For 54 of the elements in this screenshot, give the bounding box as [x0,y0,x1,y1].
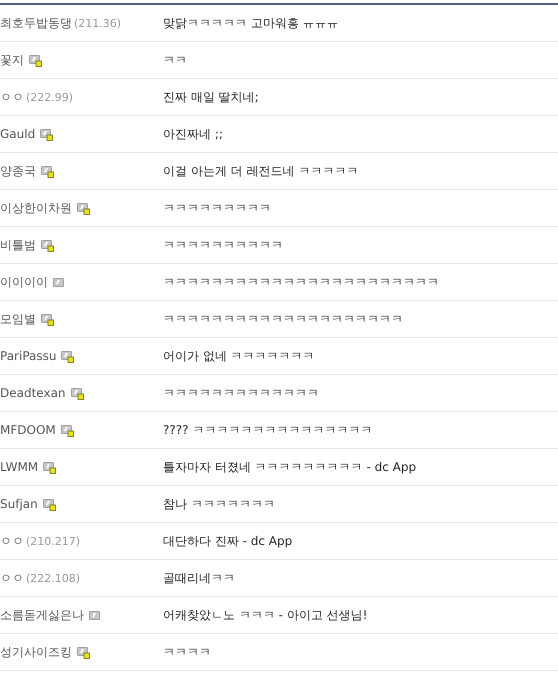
user-nickname[interactable]: 최호두밥동댕 [0,14,72,32]
user-nickname[interactable]: Sufjan [0,497,38,511]
comment-text: 골때리네ㅋㅋ [163,570,235,586]
user-nickname[interactable]: ㅇㅇ [0,88,24,106]
gallery-member-icon [43,460,56,474]
gallery-member-icon [61,350,74,362]
comment-text: ㅋㅋㅋㅋㅋㅋㅋㅋㅋㅋㅋㅋㅋ [163,384,319,402]
gallery-member-icon [42,498,56,510]
comment-text: 아진짜네 ;; [163,126,223,142]
user-nickname[interactable]: ㅇㅇ [0,532,24,550]
comment-text: 어캐찾았ㄴ노 ㅋㅋㅋ - 아이고 선생님! [163,606,368,624]
ip-address: (210.217) [26,534,80,548]
gallery-member-icon [41,164,54,178]
user-nickname[interactable]: 성기사이즈킹 [0,644,72,660]
comment-text: ㅋㅋㅋㅋ [163,644,211,660]
comment-text: 대단하다 진짜 - dc App [163,532,292,550]
user-nickname[interactable]: 이상한이차원 [0,200,72,216]
comment-text: ㅋㅋㅋㅋㅋㅋㅋㅋㅋㅋㅋㅋㅋㅋㅋㅋㅋㅋㅋㅋ [163,310,403,328]
user-nickname[interactable]: MFDOOM [0,423,56,437]
comment-text: ㅋㅋㅋㅋㅋㅋㅋㅋㅋㅋ [163,236,283,254]
gallery-member-icon [40,128,54,140]
gallery-member-icon [77,202,90,214]
gallery-member-icon [70,386,84,400]
gallery-member-icon [41,312,54,326]
ip-address: (211.36) [74,16,122,30]
ip-address: (222.99) [26,90,74,104]
comment-text: 틀자마자 터졌네 ㅋㅋㅋㅋㅋㅋㅋㅋㅋ - dc App [163,458,416,476]
user-nickname[interactable]: 소름돋게싫은나 [0,606,84,624]
user-nickname[interactable]: 비틀범 [0,236,36,254]
comment-text: 맞닭ㅋㅋㅋㅋㅋ 고마워홍 ㅠㅠㅠ [163,14,339,32]
gallery-member-icon [77,646,90,658]
user-nickname[interactable]: LWMM [0,460,38,474]
user-nickname[interactable]: ㅇㅇ [0,570,24,586]
ip-address: (222.108) [26,572,80,584]
gallery-member-icon [60,424,74,436]
gallery-member-icon [89,610,100,620]
gallery-member-icon [53,276,64,288]
comment-text: 진짜 매일 딸치네; [163,88,259,106]
comment-text: ㅋㅋ [163,52,187,68]
comment-text: ㅋㅋㅋㅋㅋㅋㅋㅋㅋㅋㅋㅋㅋㅋㅋㅋㅋㅋㅋㅋㅋㅋㅋ [163,274,439,290]
user-nickname[interactable]: 모임별 [0,310,36,328]
user-nickname[interactable]: 꽃지 [0,52,24,68]
comment-text: 어이가 없네 ㅋㅋㅋㅋㅋㅋㅋ [163,348,315,364]
comment-text: ㅋㅋㅋㅋㅋㅋㅋㅋㅋ [163,200,271,216]
user-nickname[interactable]: 이이이이 [0,274,48,290]
user-nickname[interactable]: Gauld [0,127,36,141]
comment-text: ???? ㅋㅋㅋㅋㅋㅋㅋㅋㅋㅋㅋㅋㅋㅋㅋ [163,422,372,438]
comment-text: 이걸 아는게 더 레전드네 ㅋㅋㅋㅋㅋ [163,162,358,180]
gallery-member-icon [29,54,42,66]
user-nickname[interactable]: Deadtexan [0,386,66,400]
user-nickname[interactable]: 양종국 [0,162,36,180]
user-nickname[interactable]: PariPassu [0,349,56,363]
gallery-member-icon [41,238,54,252]
comment-text: 참나 ㅋㅋㅋㅋㅋㅋㅋ [163,496,275,512]
